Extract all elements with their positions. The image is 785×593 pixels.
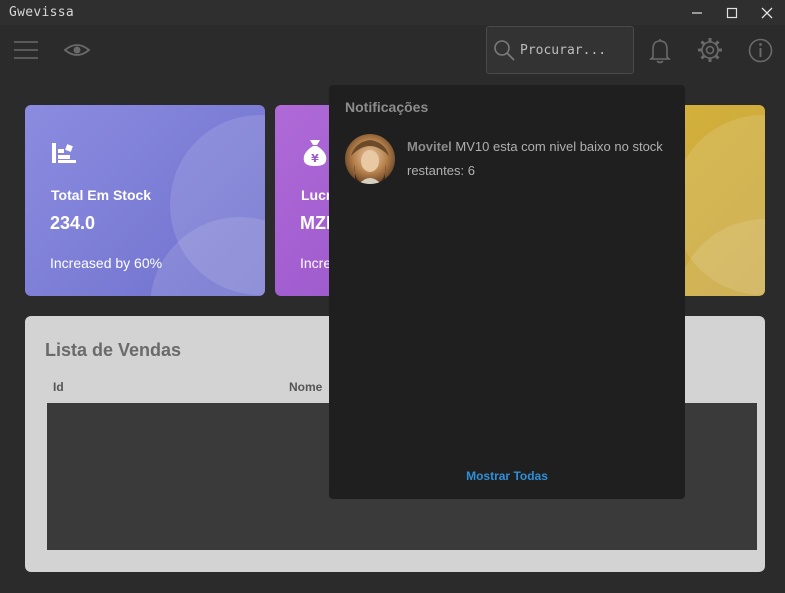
eye-icon: [64, 44, 90, 56]
stock-icon: [50, 139, 78, 170]
notification-item[interactable]: Movitel MV10 esta com nivel baixo no sto…: [407, 135, 677, 183]
notification-source: Movitel: [407, 139, 452, 154]
search-input[interactable]: Procurar...: [520, 43, 606, 58]
maximize-button[interactable]: [715, 0, 749, 25]
info-icon: [748, 38, 773, 63]
show-all-link[interactable]: Mostrar Todas: [329, 469, 685, 483]
notifications-button[interactable]: [649, 38, 671, 64]
column-header-nome[interactable]: Nome: [289, 380, 322, 394]
window-title: Gwevissa: [9, 5, 75, 20]
visibility-toggle[interactable]: [63, 40, 91, 60]
gear-icon: [698, 38, 722, 62]
window-titlebar: Gwevissa: [0, 0, 785, 25]
menu-button[interactable]: [13, 38, 39, 62]
notifications-title: Notificações: [345, 99, 429, 115]
close-icon: [761, 7, 773, 18]
card-value: 234.0: [50, 213, 96, 233]
money-bag-icon: ¥: [300, 137, 330, 172]
minimize-button[interactable]: [680, 0, 714, 25]
stat-card-stock: Total Em Stock 234.0 Increased by 60%: [25, 105, 265, 296]
avatar: [345, 134, 395, 184]
bell-icon: [649, 39, 671, 64]
search-icon: [493, 39, 515, 66]
svg-text:¥: ¥: [311, 152, 319, 165]
card-title: Lucr: [301, 187, 332, 203]
menu-icon: [14, 41, 38, 59]
column-header-id[interactable]: Id: [53, 380, 64, 394]
search-box[interactable]: Procurar...: [486, 26, 634, 74]
maximize-icon: [726, 7, 738, 18]
card-subtitle: Incre: [300, 255, 332, 271]
sales-list-title: Lista de Vendas: [45, 340, 182, 360]
notifications-popup: Notificações Movitel MV10 esta com nivel…: [329, 85, 685, 499]
minimize-icon: [692, 11, 702, 14]
card-subtitle: Increased by 60%: [50, 255, 163, 271]
card-title: Total Em Stock: [51, 187, 152, 203]
settings-button[interactable]: [697, 37, 723, 63]
info-button[interactable]: [748, 38, 773, 63]
close-button[interactable]: [750, 0, 784, 25]
card-value: MZI: [300, 213, 331, 233]
